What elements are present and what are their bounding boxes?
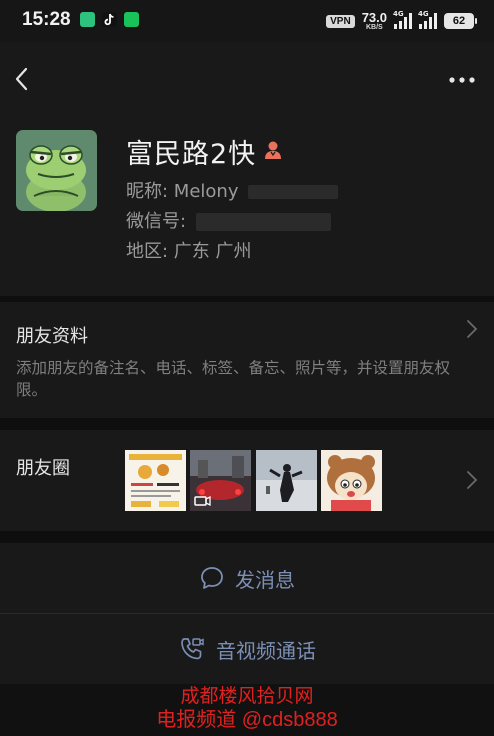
profile-header: 富民路2快 昵称: Melony 微信号: 地区: 广东 广州 bbox=[0, 124, 494, 296]
battery-icon: 62 bbox=[444, 13, 477, 29]
chevron-right-icon bbox=[467, 471, 478, 489]
tiktok-app-icon bbox=[102, 12, 117, 27]
video-call-label: 音视频通话 bbox=[216, 638, 316, 663]
status-time: 15:28 bbox=[22, 9, 71, 30]
chevron-right-icon bbox=[467, 320, 478, 338]
watermark-line-1: 成都楼风拾贝网 bbox=[180, 685, 314, 707]
friend-info-description: 添加朋友的备注名、电话、标签、备忘、照片等，并设置朋友权限。 bbox=[16, 359, 451, 399]
status-indicators: VPN 73.0 KB/S 4G 4G 62 bbox=[326, 10, 477, 32]
nickname-value: Melony bbox=[173, 181, 239, 202]
send-message-label: 发消息 bbox=[235, 567, 295, 592]
moments-photo-1 bbox=[125, 450, 186, 511]
friend-info-title: 朋友资料 bbox=[16, 326, 88, 347]
more-dots-icon bbox=[449, 77, 475, 83]
wechat-id-label: 微信号: bbox=[126, 211, 192, 232]
vpn-badge: VPN bbox=[326, 14, 355, 28]
divider bbox=[0, 531, 494, 543]
nickname-redacted bbox=[248, 185, 339, 199]
wechat-app-icon bbox=[124, 12, 139, 27]
moments-photo-3 bbox=[256, 450, 317, 511]
watermark-line-2: 电报频道 @cdsb888 bbox=[156, 709, 338, 731]
wechat-id-redacted bbox=[195, 213, 331, 231]
region-row: 地区: 广东 广州 bbox=[126, 237, 252, 263]
network-speed-unit: KB/S bbox=[365, 24, 383, 31]
video-call-button[interactable]: 音视频通话 bbox=[0, 614, 494, 684]
wechat-id-row: 微信号: bbox=[126, 207, 331, 233]
moments-title: 朋友圈 bbox=[16, 458, 70, 479]
person-gender-icon bbox=[262, 139, 284, 161]
profile-name: 富民路2快 bbox=[126, 139, 257, 170]
avatar[interactable] bbox=[16, 130, 97, 211]
friend-info-section[interactable]: 朋友资料 添加朋友的备注名、电话、标签、备忘、照片等，并设置朋友权限。 bbox=[0, 302, 494, 418]
divider bbox=[0, 418, 494, 430]
frog-avatar-image bbox=[16, 130, 97, 211]
moments-video-2 bbox=[190, 450, 251, 511]
signal-1-label: 4G bbox=[393, 10, 404, 18]
chevron-left-icon bbox=[15, 67, 28, 91]
nickname-label: 昵称: bbox=[126, 181, 174, 202]
region-label: 地区: bbox=[126, 241, 174, 262]
signal-2-label: 4G bbox=[418, 10, 429, 18]
network-speed-value: 73.0 bbox=[361, 10, 387, 25]
notes-app-icon bbox=[80, 12, 95, 27]
signal-icon-2: 4G bbox=[418, 10, 437, 29]
signal-icon-1: 4G bbox=[393, 10, 412, 29]
nickname-row: 昵称: Melony bbox=[126, 177, 339, 203]
phone-video-icon bbox=[181, 638, 204, 660]
top-navigation-bar bbox=[0, 42, 494, 124]
more-options-button[interactable] bbox=[440, 60, 484, 100]
back-button[interactable] bbox=[6, 60, 46, 100]
chat-bubble-icon bbox=[201, 567, 223, 589]
status-bar: 15:28 VPN 73.0 KB/S 4G 4G 62 bbox=[0, 0, 494, 42]
moments-section[interactable]: 朋友圈 bbox=[0, 430, 494, 531]
network-speed: 73.0 KB/S bbox=[362, 11, 387, 31]
region-value: 广东 广州 bbox=[173, 241, 252, 262]
moments-photo-4 bbox=[321, 450, 382, 511]
watermark-overlay: 成都楼风拾贝网 电报频道 @cdsb888 bbox=[0, 684, 494, 736]
send-message-button[interactable]: 发消息 bbox=[0, 543, 494, 613]
